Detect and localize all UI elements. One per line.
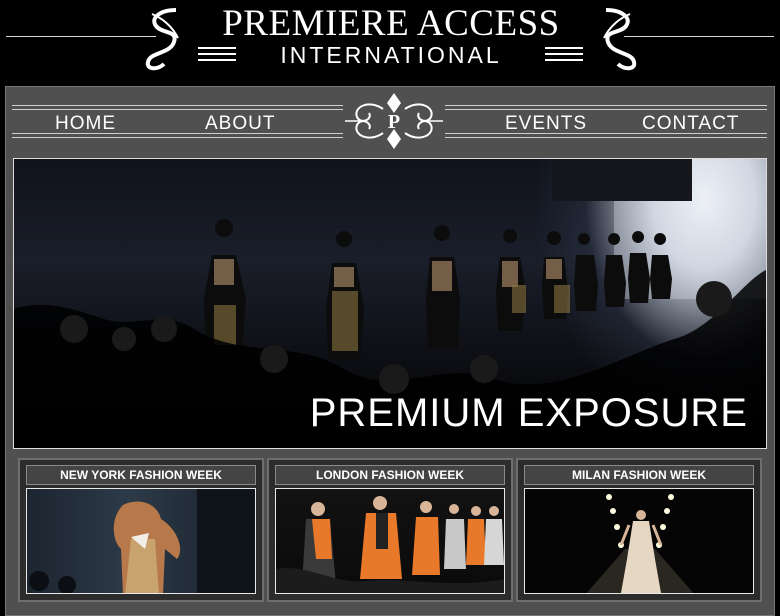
hero-banner[interactable]: PREMIUM EXPOSURE — [13, 158, 767, 449]
site-subtitle: INTERNATIONAL — [280, 42, 502, 68]
card-title-new-york[interactable]: NEW YORK FASHION WEEK — [26, 465, 256, 485]
card-milan[interactable]: MILAN FASHION WEEK — [516, 458, 762, 602]
site-title: PREMIERE ACCESS — [222, 3, 560, 44]
new-york-model-figure — [29, 489, 255, 593]
flourish-left-icon — [145, 8, 179, 71]
header-rule-left — [6, 36, 156, 37]
hero-caption: PREMIUM EXPOSURE — [309, 391, 748, 435]
london-models-figure — [276, 496, 504, 593]
card-title-milan[interactable]: MILAN FASHION WEEK — [524, 465, 754, 485]
nav-events[interactable]: EVENTS — [505, 113, 587, 135]
title-bars-right — [545, 47, 583, 65]
milan-runway-figure — [586, 494, 694, 593]
emblem-icon[interactable]: P — [343, 89, 445, 153]
london-photo[interactable] — [275, 488, 505, 594]
main-nav: HOME ABOUT P EVENTS CONTACT — [12, 89, 767, 153]
card-title-london[interactable]: LONDON FASHION WEEK — [275, 465, 505, 485]
card-london[interactable]: LONDON FASHION WEEK — [267, 458, 513, 602]
header-rule-right — [624, 36, 774, 37]
nav-about[interactable]: ABOUT — [205, 113, 275, 135]
nav-contact[interactable]: CONTACT — [642, 113, 739, 135]
new-york-photo[interactable] — [26, 488, 256, 594]
emblem-letter: P — [388, 111, 400, 133]
milan-photo[interactable] — [524, 488, 754, 594]
site-header: PREMIERE ACCESS INTERNATIONAL — [0, 0, 780, 84]
nav-home[interactable]: HOME — [55, 113, 116, 135]
title-bars-left — [198, 47, 236, 65]
card-new-york[interactable]: NEW YORK FASHION WEEK — [18, 458, 264, 602]
flourish-right-icon — [603, 8, 637, 71]
